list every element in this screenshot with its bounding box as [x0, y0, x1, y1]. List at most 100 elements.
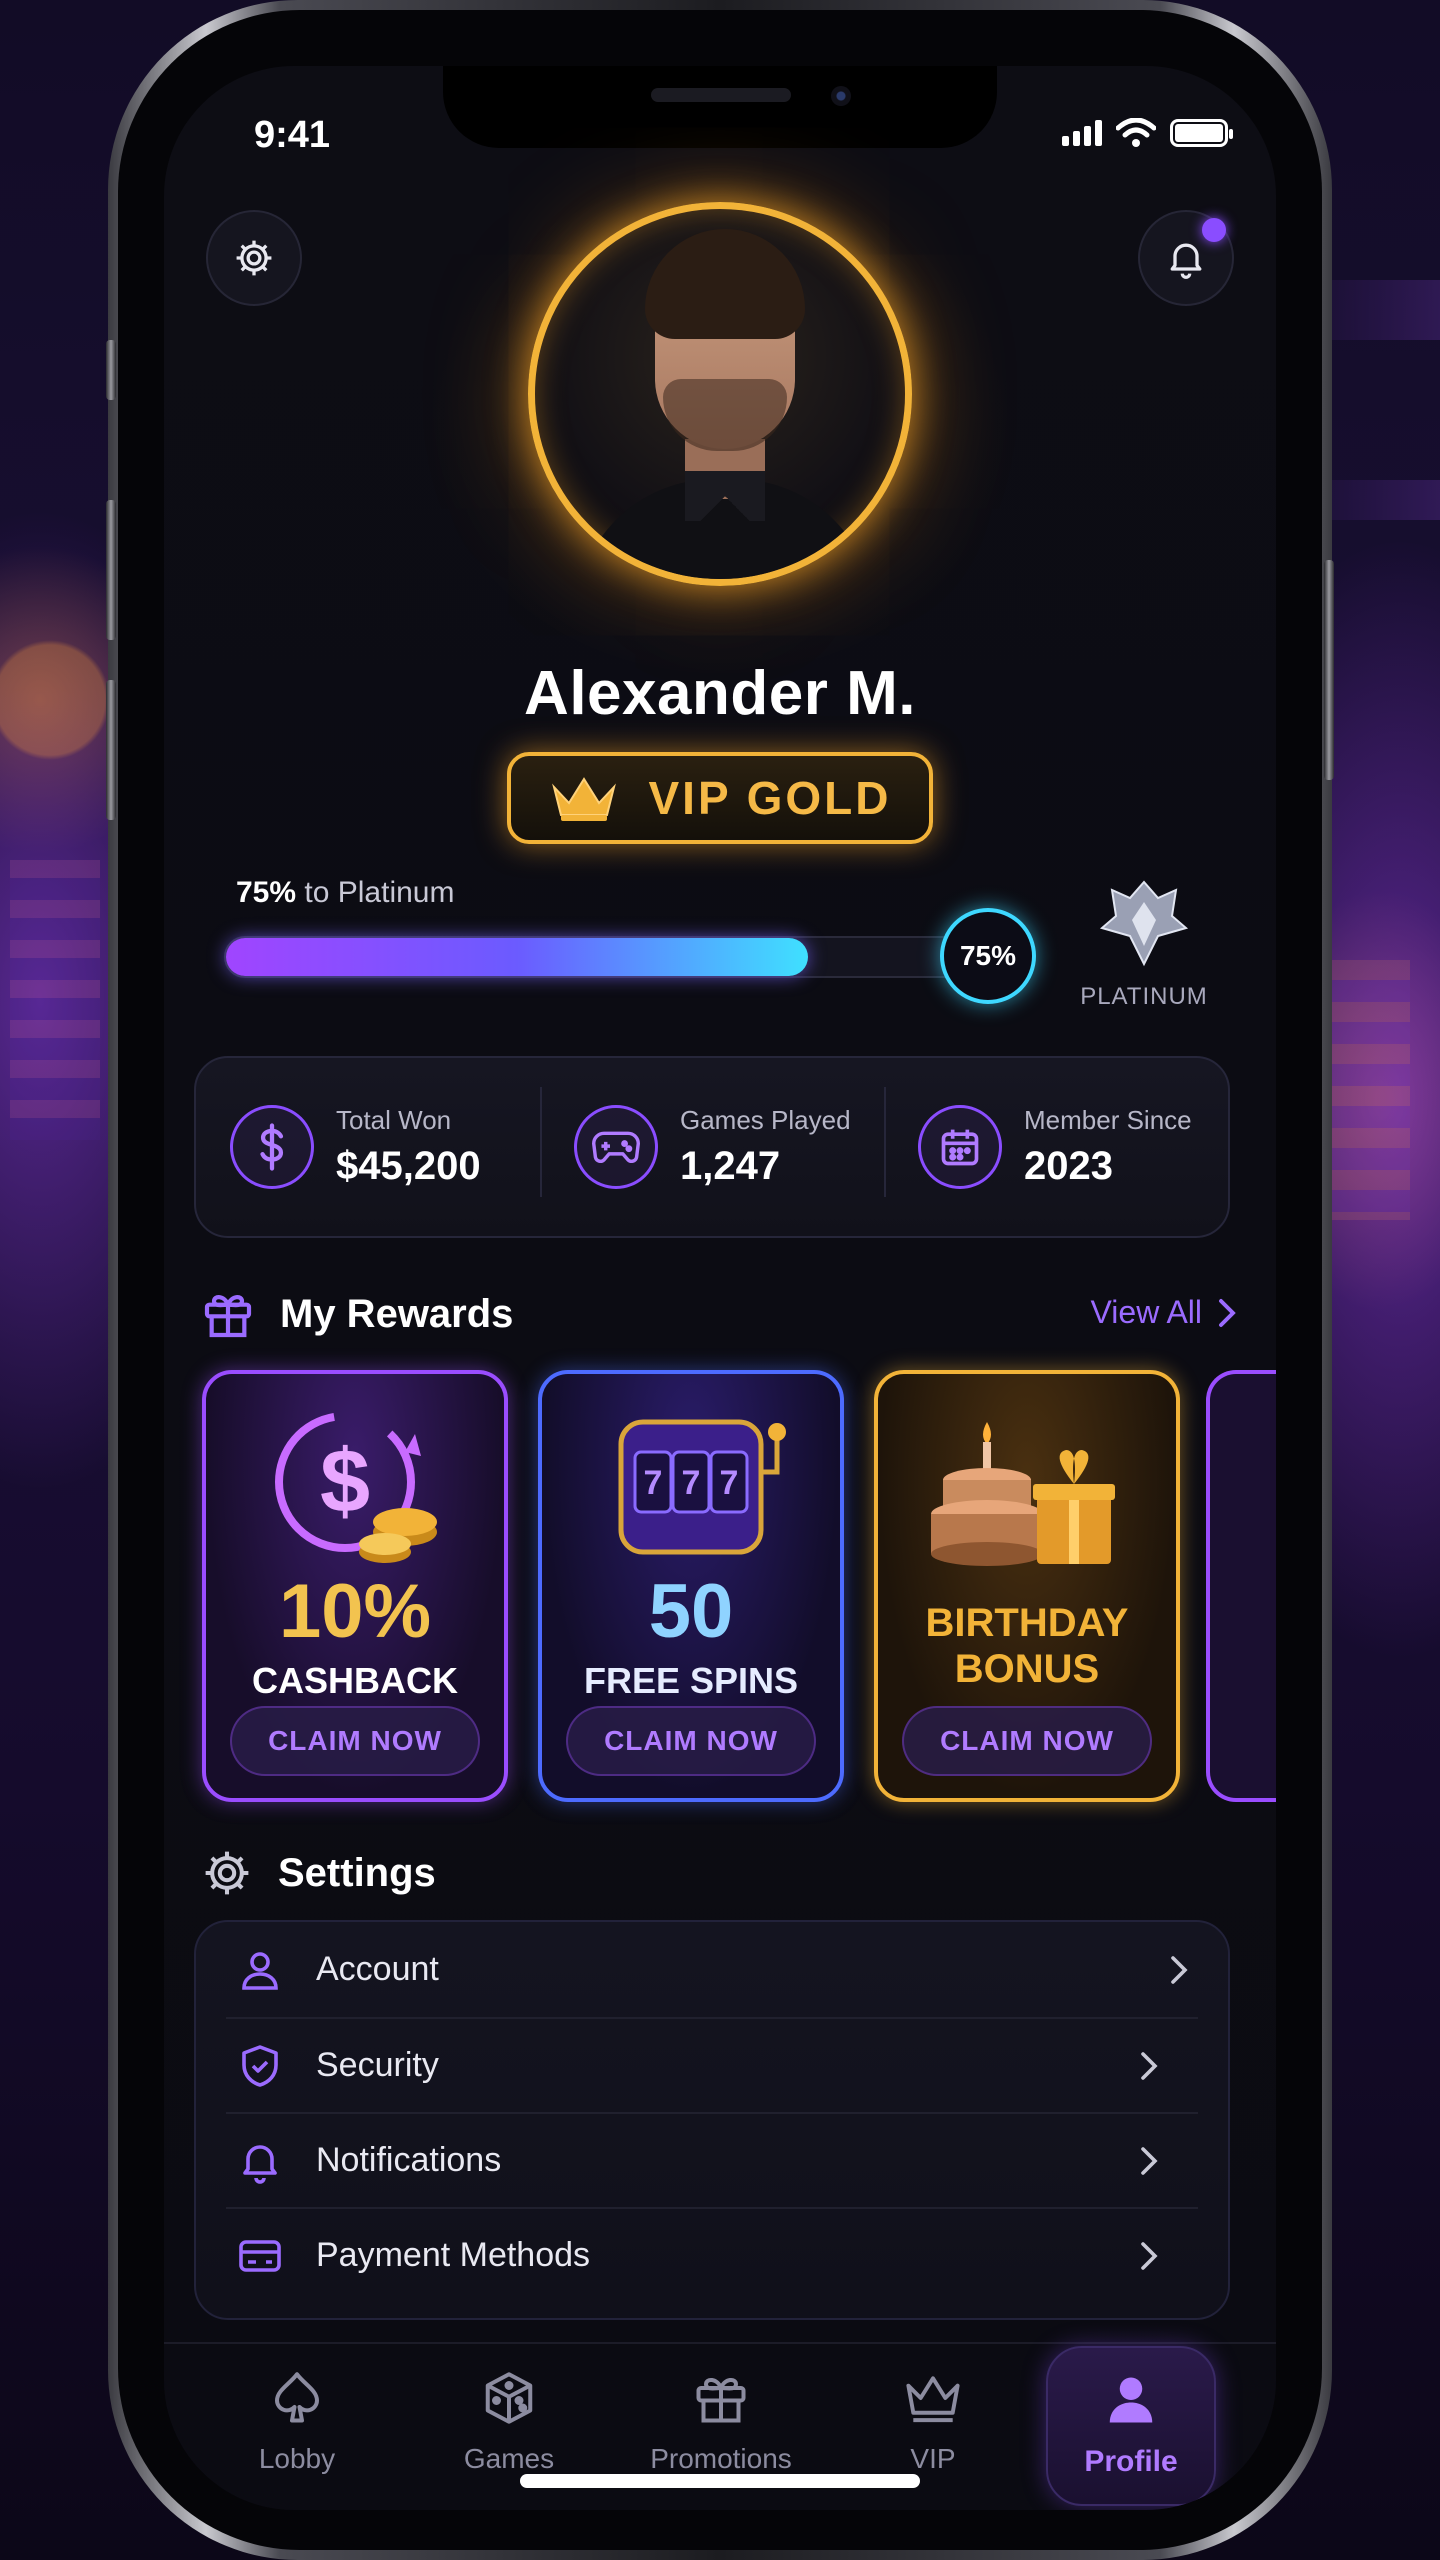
reward-card-cashback[interactable]: $ 10% CASHBACK CLAIM NOW [202, 1370, 508, 1802]
settings-item-security[interactable]: Security [226, 2017, 1198, 2112]
calendar-icon [918, 1105, 1002, 1189]
svg-text:7: 7 [682, 1464, 701, 1502]
settings-item-payment-methods[interactable]: Payment Methods [226, 2207, 1198, 2302]
progress-label: 75% to Platinum [236, 876, 454, 910]
power-button [1324, 560, 1334, 780]
settings-item-notifications[interactable]: Notifications [226, 2112, 1198, 2207]
cashback-coin-icon: $ [275, 1412, 437, 1563]
shield-icon [242, 2044, 278, 2087]
settings-header: Settings [200, 1846, 436, 1900]
progress-text: to Platinum [304, 876, 455, 909]
chevron-right-icon [1141, 2146, 1158, 2175]
stats-card: Total Won $45,200 Games Played 1,247 Mem… [194, 1056, 1230, 1238]
stat-label: Member Since [1024, 1105, 1192, 1135]
crown-icon [906, 2376, 960, 2423]
home-indicator [520, 2474, 920, 2488]
reward-amount: 10% [278, 1569, 432, 1654]
reward-title-line2: BONUS [954, 1647, 1100, 1691]
reward-amount: 50 [648, 1569, 734, 1654]
view-all-label: View All [1090, 1294, 1202, 1330]
next-tier: PLATINUM [1064, 876, 1224, 1011]
notification-dot [1202, 218, 1226, 242]
slot-machine-art: 7 7 7 [542, 1402, 840, 1572]
reward-title: BIRTHDAY BONUS [878, 1600, 1176, 1692]
stat-label: Total Won [336, 1105, 452, 1135]
chevron-right-icon [1141, 2241, 1158, 2270]
stat-total-won: Total Won $45,200 [196, 1105, 540, 1189]
vip-tier-label: VIP GOLD [648, 772, 892, 824]
gift-icon [204, 1295, 252, 1338]
claim-now-button[interactable]: CLAIM NOW [902, 1706, 1152, 1776]
phone-frame: 9:41 Alexander M. VIP GOLD 75% to Platin… [106, 0, 1334, 2560]
claim-now-button[interactable]: CLAIM NOW [566, 1706, 816, 1776]
nav-label: Promotions [650, 2443, 792, 2474]
chevron-right-icon [1171, 1955, 1188, 1984]
rewards-carousel[interactable]: $ 10% CASHBACK CLAIM NOW 7 7 7 50 FREE S… [202, 1370, 1276, 1802]
avatar[interactable] [528, 202, 912, 586]
birthday-art [878, 1402, 1176, 1572]
bell-icon [1170, 243, 1202, 279]
chevron-right-icon [1141, 2051, 1158, 2080]
nav-item-profile[interactable]: Profile [1046, 2346, 1216, 2506]
settings-item-label: Security [316, 2046, 439, 2084]
stat-label: Games Played [680, 1105, 851, 1135]
rewards-title: My Rewards [280, 1291, 514, 1336]
wifi-icon [1116, 118, 1156, 147]
slot-machine-icon: 7 7 7 [618, 1419, 786, 1555]
vip-tier-badge: VIP GOLD [507, 752, 933, 844]
mute-switch [106, 340, 116, 400]
reward-card-free-spins[interactable]: 7 7 7 50 FREE SPINS CLAIM NOW [538, 1370, 844, 1802]
nav-label: Lobby [258, 2443, 336, 2474]
battery-icon [1170, 119, 1233, 147]
nav-label: Games [463, 2443, 555, 2474]
tier-progress-bar [224, 936, 1004, 978]
dice-icon [485, 2372, 533, 2424]
stat-value: $45,200 [336, 1144, 481, 1188]
claim-now-button[interactable]: CLAIM NOW [230, 1706, 480, 1776]
progress-knob: 75% [940, 908, 1036, 1004]
bell-icon [243, 2144, 277, 2184]
volume-down-button [106, 680, 116, 820]
tier-progress-fill [226, 938, 808, 976]
user-icon [242, 1951, 278, 1990]
gear-icon [236, 240, 272, 276]
notch [443, 66, 997, 148]
nav-item-lobby[interactable]: Lobby [212, 2368, 382, 2475]
bottom-navigation: Lobby Games Promotions VIP Profile [164, 2342, 1276, 2510]
reward-title-line1: BIRTHDAY [925, 1601, 1129, 1645]
nav-label: VIP [910, 2443, 956, 2474]
progress-percent: 75% [236, 876, 297, 909]
view-all-rewards-link[interactable]: View All [1091, 1294, 1236, 1331]
nav-item-promotions[interactable]: Promotions [636, 2368, 806, 2475]
dollar-icon [230, 1105, 314, 1189]
settings-list: Account Security Notifications Payment M… [194, 1920, 1230, 2320]
settings-button[interactable] [206, 210, 302, 306]
reward-card-peek[interactable] [1206, 1370, 1276, 1802]
volume-up-button [106, 500, 116, 640]
signal-icon [1062, 120, 1102, 146]
notifications-button[interactable] [1138, 210, 1234, 306]
stat-member-since: Member Since 2023 [884, 1087, 1228, 1197]
rewards-header: My Rewards [200, 1286, 513, 1342]
stat-value: 2023 [1024, 1144, 1113, 1188]
gamepad-icon [574, 1105, 658, 1189]
card-icon [239, 2239, 281, 2272]
settings-item-label: Payment Methods [316, 2236, 591, 2274]
settings-item-account[interactable]: Account [196, 1922, 1228, 2017]
svg-text:7: 7 [720, 1464, 739, 1502]
nav-label: Profile [1084, 2445, 1178, 2478]
spade-icon [275, 2372, 319, 2423]
status-time: 9:41 [254, 114, 331, 156]
reward-label: CASHBACK [252, 1660, 458, 1701]
status-icons [1062, 118, 1233, 148]
settings-item-label: Account [316, 1950, 439, 1988]
gear-icon [205, 1851, 249, 1895]
reward-card-birthday-bonus[interactable]: BIRTHDAY BONUS CLAIM NOW [874, 1370, 1180, 1802]
settings-title: Settings [278, 1850, 436, 1895]
settings-item-label: Notifications [316, 2141, 502, 2179]
nav-item-games[interactable]: Games [424, 2368, 594, 2475]
user-name: Alexander M. [524, 659, 916, 728]
crown-icon [551, 777, 616, 821]
nav-item-vip[interactable]: VIP [848, 2368, 1018, 2475]
app-screen: 9:41 Alexander M. VIP GOLD 75% to Platin… [164, 66, 1276, 2510]
